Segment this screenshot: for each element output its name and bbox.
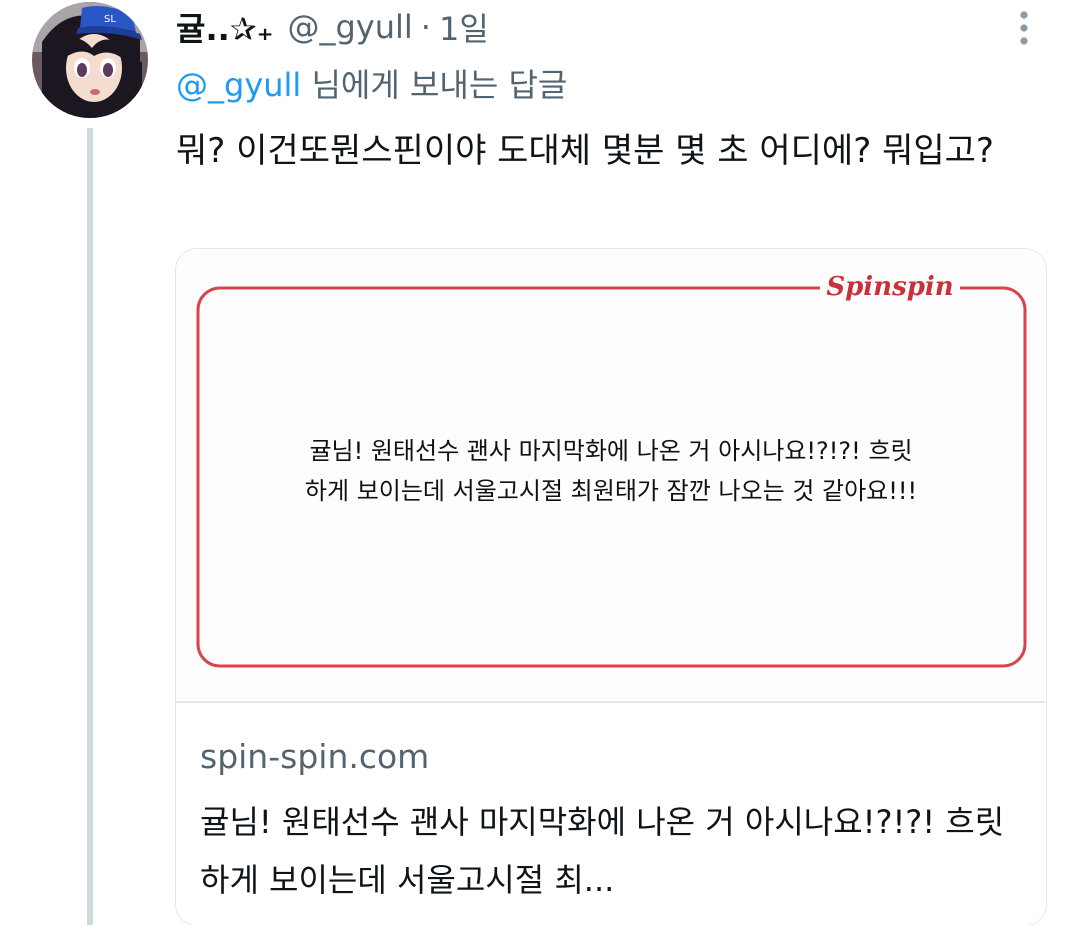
link-preview-card[interactable]: Spinspin 귤님! 원태선수 괜사 마지막화에 나온 거 아시나요!?!?… [175,248,1047,925]
tweet: SL 귤..✰₊ @_gyull · 1일 @_gyull 님에게 보내는 답글… [0,0,1080,925]
user-handle[interactable]: @_gyull [287,8,412,46]
avatar-anime-character-image: SL [32,2,148,118]
spinspin-logo: Spinspin [820,267,960,307]
display-name[interactable]: 귤..✰₊ [176,4,273,50]
card-domain: spin-spin.com [200,737,430,776]
reply-mention-link[interactable]: @_gyull [176,66,301,104]
tweet-header: 귤..✰₊ @_gyull · 1일 [176,4,489,50]
replying-to-line: @_gyull 님에게 보내는 답글 [176,60,567,106]
timestamp[interactable]: 1일 [439,4,489,50]
more-options-icon[interactable] [1010,8,1038,48]
card-divider [176,701,1045,703]
svg-text:SL: SL [104,14,116,25]
card-title: 귤님! 원태선수 괜사 마지막화에 나온 거 아시나요!?!?! 흐릿하게 보이… [200,803,1005,899]
card-image-message: 귤님! 원태선수 괜사 마지막화에 나온 거 아시나요!?!?! 흐릿 하게 보… [304,437,918,505]
thread-connector-line [87,128,93,925]
card-image: Spinspin 귤님! 원태선수 괜사 마지막화에 나온 거 아시나요!?!?… [176,249,1045,701]
separator-dot: · [420,8,431,46]
avatar[interactable]: SL [32,2,148,118]
reply-to-suffix: 님에게 보내는 답글 [301,66,568,104]
tweet-text: 뭐? 이건또뭔스핀이야 도대체 몇분 몇 초 어디에? 뭐입고? [176,131,994,171]
